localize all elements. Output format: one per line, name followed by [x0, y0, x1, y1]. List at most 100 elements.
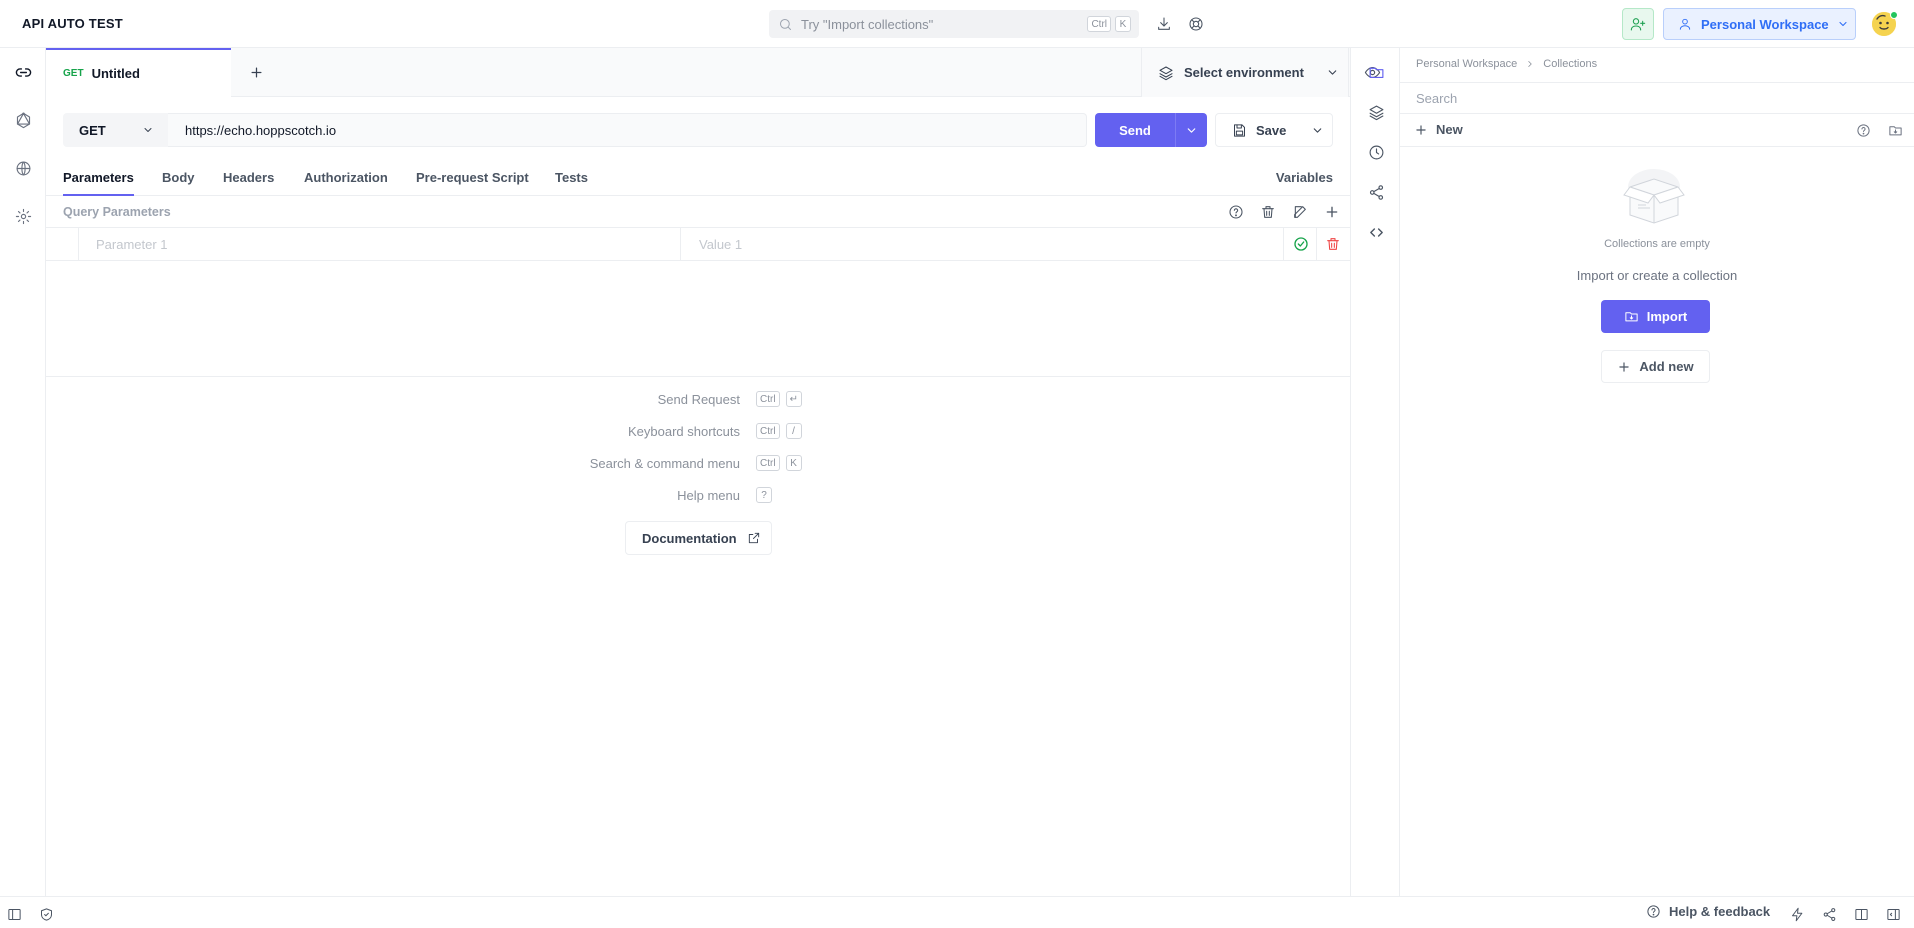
empty-box-illustration-icon [1620, 167, 1688, 225]
download-icon[interactable] [1152, 12, 1176, 36]
send-button[interactable]: Send [1095, 113, 1207, 147]
search-placeholder: Try "Import collections" [801, 16, 934, 32]
plus-icon [1414, 123, 1428, 137]
send-options-chevron-icon[interactable] [1175, 113, 1207, 147]
chevron-down-icon [142, 124, 154, 136]
collections-search-input[interactable] [1400, 83, 1914, 113]
param-value-input[interactable] [682, 228, 1284, 260]
collections-search-wrap [1400, 82, 1914, 114]
folder-import-icon [1624, 309, 1639, 324]
help-feedback-label: Help & feedback [1669, 904, 1771, 919]
kbd-key: ↵ [785, 391, 802, 407]
top-header: API AUTO TEST Try "Import collections" C… [0, 0, 1914, 48]
save-disk-icon [1232, 123, 1247, 138]
kbd-ctrl: Ctrl [1087, 16, 1111, 32]
environment-select[interactable]: Select environment [1141, 48, 1349, 97]
shortcut-label: Keyboard shortcuts [627, 424, 740, 439]
shortcut-label: Help menu [677, 488, 740, 503]
new-collection-button[interactable]: New [1414, 122, 1463, 137]
shield-check-icon[interactable] [36, 904, 56, 924]
kbd-key: / [785, 423, 802, 439]
empty-state-title: Collections are empty [1604, 238, 1710, 250]
tab-tests[interactable]: Tests [555, 170, 588, 196]
method-select[interactable]: GET [63, 113, 168, 147]
drag-handle[interactable] [46, 228, 79, 260]
code-icon[interactable] [1364, 220, 1388, 244]
table-row [46, 228, 1350, 261]
user-icon [1678, 17, 1692, 31]
method-label: GET [79, 122, 106, 138]
environments-layers-icon[interactable] [1364, 100, 1388, 124]
footer-bar: Help & feedback [0, 896, 1914, 928]
workspace-label: Personal Workspace [1701, 16, 1829, 32]
trash-icon[interactable] [1256, 200, 1280, 224]
request-tab-bar: GET Untitled Select environment [46, 48, 1381, 97]
tab-pre-request-script[interactable]: Pre-request Script [416, 170, 529, 196]
online-status-dot [1890, 11, 1898, 19]
right-nav-rail [1350, 48, 1400, 896]
add-tab-plus-icon[interactable] [244, 60, 268, 84]
help-circle-icon[interactable] [1852, 119, 1874, 141]
shortcut-help-menu: Help menu ? [540, 486, 840, 506]
share-icon[interactable] [1819, 904, 1839, 924]
history-clock-icon[interactable] [1364, 140, 1388, 164]
tab-headers[interactable]: Headers [223, 170, 274, 196]
avatar[interactable] [1872, 11, 1898, 36]
kbd-k: K [1115, 16, 1131, 32]
collections-folder-icon[interactable] [1364, 60, 1388, 84]
param-key-input[interactable] [79, 228, 681, 260]
add-param-plus-icon[interactable] [1320, 200, 1344, 224]
tab-body[interactable]: Body [162, 170, 195, 196]
documentation-button[interactable]: Documentation [625, 521, 772, 555]
tab-method-badge: GET [63, 68, 84, 79]
query-params-header: Query Parameters [46, 196, 1350, 228]
kbd-key: Ctrl [756, 423, 780, 439]
graphql-icon[interactable] [11, 108, 35, 132]
check-circle-icon[interactable] [1285, 228, 1317, 260]
globe-icon[interactable] [11, 156, 35, 180]
external-link-icon [737, 531, 761, 545]
tab-parameters[interactable]: Parameters [63, 170, 134, 196]
delete-trash-icon[interactable] [1317, 228, 1349, 260]
workspace-switcher-button[interactable]: Personal Workspace [1663, 8, 1856, 40]
section-divider [46, 376, 1350, 377]
chevron-right-icon [1525, 59, 1535, 69]
support-icon[interactable] [1184, 12, 1208, 36]
tab-untitled[interactable]: GET Untitled [46, 48, 231, 97]
import-button[interactable]: Import [1601, 300, 1710, 333]
chevron-down-icon [1837, 18, 1849, 30]
split-layout-icon[interactable] [1851, 904, 1871, 924]
import-label: Import [1646, 309, 1688, 324]
kbd-key: K [785, 455, 802, 471]
invite-user-button[interactable] [1622, 8, 1654, 40]
kbd-key: Ctrl [756, 391, 780, 407]
help-feedback-button[interactable]: Help & feedback [1646, 904, 1770, 919]
add-new-collection-button[interactable]: Add new [1601, 350, 1710, 383]
shortcut-search-command-menu: Search & command menu Ctrl K [540, 454, 840, 474]
share-icon[interactable] [1364, 180, 1388, 204]
save-button[interactable]: Save [1215, 113, 1333, 147]
edit-icon[interactable] [1288, 200, 1312, 224]
right-panel-toggle-icon[interactable] [1883, 904, 1903, 924]
settings-gear-icon[interactable] [11, 204, 35, 228]
breadcrumb-collections[interactable]: Collections [1543, 58, 1597, 70]
save-options-chevron-icon[interactable] [1302, 114, 1332, 146]
import-folder-icon[interactable] [1884, 119, 1906, 141]
collections-toolbar: New [1400, 114, 1914, 147]
help-circle-icon [1646, 904, 1661, 919]
lightning-icon[interactable] [1787, 904, 1807, 924]
breadcrumb-workspace[interactable]: Personal Workspace [1416, 58, 1517, 70]
environment-label: Select environment [1184, 65, 1304, 80]
tab-authorization[interactable]: Authorization [304, 170, 388, 196]
rest-link-icon[interactable] [11, 60, 35, 84]
search-bar[interactable]: Try "Import collections" Ctrl K [769, 10, 1139, 38]
kbd-key: ? [756, 487, 772, 503]
sidebar-toggle-icon[interactable] [4, 904, 24, 924]
help-circle-icon[interactable] [1224, 200, 1248, 224]
app-title: API AUTO TEST [22, 16, 123, 31]
url-input[interactable] [168, 113, 1087, 147]
variables-link[interactable]: Variables [1276, 170, 1333, 185]
search-icon [778, 17, 793, 32]
query-params-title: Query Parameters [63, 205, 171, 219]
user-plus-icon [1630, 16, 1646, 32]
